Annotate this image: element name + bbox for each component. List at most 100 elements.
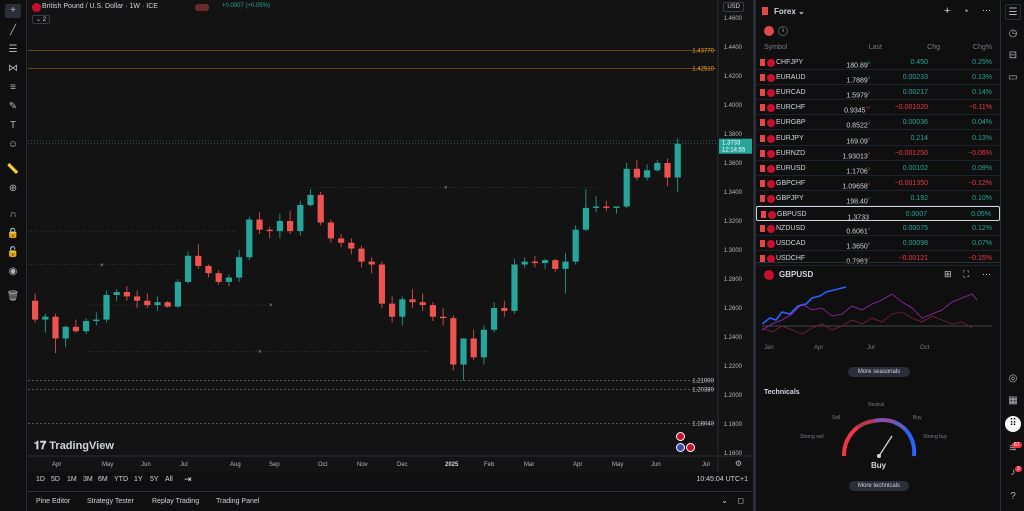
watchlist-row[interactable]: EURUSD 1.17063 0.00102 0.09% (756, 161, 1000, 176)
col-chg[interactable]: Chg (927, 44, 940, 51)
seasonals-chart[interactable] (762, 284, 996, 344)
tab-pine-editor[interactable]: Pine Editor (36, 498, 70, 505)
row-flag-icon (760, 74, 765, 82)
trend-line-icon[interactable]: ╱ (5, 24, 21, 38)
crosshair-icon[interactable]: + (5, 4, 21, 18)
watchlist-row[interactable]: USDCHF 0.79837 −0.00121 −0.15% (756, 251, 1000, 267)
watchlist-row[interactable]: GBPCHF 1.096580 −0.001350 −0.12% (756, 176, 1000, 191)
lock-drawings-icon[interactable]: 🔒 (5, 227, 21, 241)
target-icon[interactable]: ◎ (1005, 371, 1021, 387)
time-tick-label: Feb (484, 462, 495, 468)
apps-grid-icon[interactable]: ⠿ (1005, 416, 1021, 432)
gbp-event-icon[interactable] (676, 432, 685, 441)
tf-1d[interactable]: 1D (36, 476, 45, 483)
us-event-icon[interactable] (676, 443, 685, 452)
watchlist-row[interactable]: EURNZD 1.930130 −0.001250 −0.06% (756, 146, 1000, 161)
tab-strategy-tester[interactable]: Strategy Tester (87, 498, 134, 505)
candle-body-down (409, 299, 416, 303)
watchlist-row[interactable]: EURCHF 0.934570 −0.001020 −0.11% (756, 100, 1000, 116)
market-status-icon[interactable] (195, 4, 209, 11)
tf-6m[interactable]: 6M (98, 476, 108, 483)
row-symbol: EURAUD (776, 74, 806, 82)
more-technicals-button[interactable]: More technicals (849, 481, 909, 491)
row-chg: 0.00036 (902, 119, 928, 127)
trash-icon[interactable]: 🗑 (5, 290, 21, 304)
alerts-badge: 67 (1012, 442, 1022, 448)
fib-retracement-icon[interactable]: ≡ (5, 81, 21, 95)
watchlist-row[interactable]: EURJPY 169.090 0.214 0.13% (756, 131, 1000, 146)
watchlist-row[interactable]: GBPUSD 1.3733 0.0007 0.05% (756, 206, 1000, 221)
row-last-value: 0.9345 (844, 107, 866, 115)
calendar-icon[interactable]: ▦ (1005, 393, 1021, 409)
help-icon[interactable]: ? (1005, 489, 1021, 505)
time-tick-label: Apr (52, 462, 61, 468)
candlestick-chart[interactable]: 1.4600 1.4400 1.4200 1.4000 1.3800 1.3600 1.34… (28, 0, 752, 472)
watchlist-row[interactable]: EURAUD 1.78893 0.00233 0.13% (756, 70, 1000, 86)
date-range-icon[interactable]: ⇥ (184, 474, 192, 485)
col-symbol[interactable]: Symbol (764, 44, 787, 51)
time-tick-label: Jul (180, 462, 188, 468)
more-seasonals-button[interactable]: More seasonals (848, 367, 910, 377)
watchlist-row[interactable]: EURCAD 1.59792 0.00217 0.14% (756, 85, 1000, 101)
more-options-icon[interactable]: ⋯ (982, 5, 991, 16)
chat-icon[interactable]: ▭ (1005, 70, 1021, 86)
chart-pane[interactable]: 1.4600 1.4400 1.4200 1.4000 1.3800 1.3600 1.34… (28, 0, 752, 472)
zoom-in-icon[interactable]: ⊕ (5, 182, 21, 196)
info-icon[interactable]: i (778, 26, 788, 36)
tf-5d[interactable]: 5D (51, 476, 60, 483)
candle-body-down (501, 308, 508, 311)
hide-drawings-icon[interactable]: 🔓 (5, 246, 21, 260)
advanced-view-icon[interactable]: ◔ (963, 6, 968, 16)
maximize-panel-icon[interactable]: ◻ (737, 496, 744, 505)
row-chg: −0.00121 (898, 255, 928, 263)
watchlist-row[interactable]: NZDUSD 0.60614 0.00075 0.12% (756, 221, 1000, 237)
settings-gear-icon[interactable]: ⚙ (735, 459, 742, 468)
clock-readout[interactable]: 10:45:04 UTC+1 (696, 476, 748, 483)
row-chg: 0.0007 (905, 211, 927, 218)
watchlist-row[interactable]: USDCAD 1.36505 0.00098 0.07% (756, 236, 1000, 252)
row-symbol: EURJPY (776, 134, 804, 142)
tf-ytd[interactable]: YTD (114, 476, 128, 483)
tab-replay-trading[interactable]: Replay Trading (152, 498, 199, 505)
text-icon[interactable]: T (5, 119, 21, 133)
chevron-down-icon[interactable]: ⌄ (721, 496, 728, 505)
watchlist-icon[interactable]: ☰ (1005, 4, 1021, 20)
tf-all[interactable]: All (165, 476, 173, 483)
col-chg-pct[interactable]: Chg% (973, 44, 992, 51)
object-tree-icon[interactable]: ⊟ (1005, 48, 1021, 64)
tf-3m[interactable]: 3M (83, 476, 93, 483)
col-last[interactable]: Last (869, 44, 882, 51)
currency-selector[interactable]: USD (723, 2, 744, 12)
watchlist-row[interactable]: EURGBP 0.85223 0.00036 0.04% (756, 115, 1000, 131)
price-tick-label: 1.3400 (724, 190, 743, 196)
pitchfork-icon[interactable]: ⋈ (5, 62, 21, 76)
tab-trading-panel[interactable]: Trading Panel (216, 498, 259, 505)
watchlist-title[interactable]: Forex ⌄ (774, 7, 805, 16)
add-symbol-icon[interactable]: + (944, 5, 950, 17)
watchlist-row[interactable]: CHFJPY 180.896 0.450 0.25% (756, 55, 1000, 70)
technicals-title[interactable]: Technicals (764, 389, 800, 396)
tf-1y[interactable]: 1Y (134, 476, 143, 483)
watchlist-row[interactable]: GBPJPY 198.407 0.192 0.10% (756, 191, 1000, 206)
price-tick-label: 1.2000 (724, 393, 743, 399)
section-flag-icon[interactable] (764, 26, 774, 36)
horizontal-lines-icon[interactable]: ☰ (5, 43, 21, 57)
symbol-title[interactable]: British Pound / U.S. Dollar · 1W · ICE (42, 3, 158, 10)
time-tick-label: May (102, 462, 113, 468)
alerts-clock-icon[interactable]: ◷ (1005, 26, 1021, 42)
indicators-collapse-button[interactable]: ⌄ 2 (32, 15, 51, 24)
uk-event-icon[interactable] (686, 443, 695, 452)
brush-icon[interactable]: ✎ (5, 100, 21, 114)
currency-pair-icon (767, 149, 775, 158)
details-symbol[interactable]: GBPUSD (779, 270, 813, 279)
emoji-icon[interactable]: ☺ (5, 138, 21, 152)
tf-5y[interactable]: 5Y (150, 476, 159, 483)
row-chg-pct: 0.13% (972, 74, 992, 82)
magnet-icon[interactable]: ∩ (5, 208, 21, 222)
ruler-icon[interactable]: 📏 (5, 163, 21, 177)
more-options-icon[interactable]: ⋯ (982, 269, 991, 280)
eye-icon[interactable]: ◉ (5, 265, 21, 279)
grid-icon[interactable]: ⊞ (944, 269, 952, 280)
tf-1m[interactable]: 1M (67, 476, 77, 483)
fullscreen-icon[interactable]: ⛶ (963, 269, 969, 280)
